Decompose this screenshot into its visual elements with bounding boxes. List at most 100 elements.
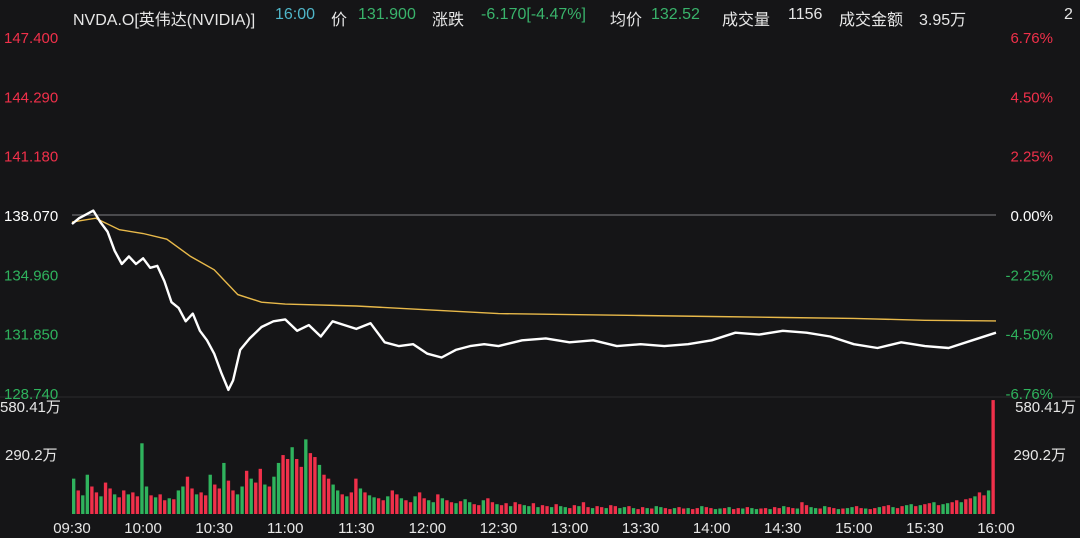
volume-bar	[609, 505, 613, 514]
y-tick-right: 4.50%	[1010, 89, 1053, 106]
volume-bar	[577, 506, 581, 514]
volume-bar	[600, 507, 604, 514]
volume-bar	[677, 507, 681, 514]
volume-bar	[513, 502, 517, 514]
x-tick: 10:30	[195, 520, 233, 537]
volume-bar	[895, 508, 900, 514]
volume-bar	[627, 506, 631, 514]
y-tick-right: 6.76%	[1010, 30, 1053, 47]
volume-bar	[950, 502, 954, 514]
volume-bar	[618, 508, 622, 514]
volume-bar	[463, 499, 467, 514]
volume-bar	[213, 484, 217, 514]
x-tick: 13:30	[622, 520, 660, 537]
volume-bar	[772, 507, 777, 514]
volume-bar	[713, 509, 718, 514]
volume-bar	[326, 478, 331, 514]
volume-bar	[417, 492, 422, 514]
volume-bar	[645, 508, 649, 514]
volume-bar	[736, 508, 740, 514]
volume-bar	[172, 499, 176, 514]
volume-bar	[190, 488, 194, 514]
volume-bar	[235, 494, 240, 514]
volume-bar	[122, 490, 126, 514]
volume-bar	[968, 498, 973, 514]
volume-bar	[176, 490, 181, 514]
volume-bar	[818, 508, 822, 514]
volume-bar	[918, 505, 922, 514]
volume-bar	[722, 508, 727, 514]
volume-bar	[231, 490, 235, 514]
volume-bar	[581, 502, 586, 514]
volume-bar	[873, 508, 877, 514]
volume-bar	[700, 506, 704, 514]
volume-bar	[650, 508, 654, 514]
volume-bar	[490, 502, 495, 514]
volume-bar	[395, 494, 399, 514]
volume-bar	[140, 443, 144, 514]
volume-bar	[786, 507, 790, 514]
volume-bar	[431, 502, 435, 514]
volume-bar	[936, 505, 941, 514]
volume-bar	[258, 468, 262, 514]
volume-bar	[90, 486, 94, 514]
volume-bar	[982, 495, 986, 514]
volume-mid-right: 290.2万	[1013, 447, 1066, 464]
y-tick-left: 138.070	[4, 208, 58, 225]
volume-bar	[404, 500, 408, 514]
volume-bar	[640, 507, 645, 514]
volume-bar	[791, 508, 795, 514]
volume-bar	[254, 482, 258, 514]
volume-bar	[864, 508, 868, 514]
y-tick-left: 134.960	[4, 267, 58, 284]
volume-bar	[932, 502, 936, 514]
volume-bar	[909, 504, 913, 514]
volume-bar	[317, 464, 322, 514]
volume-bar	[845, 508, 850, 514]
volume-bar	[340, 494, 344, 514]
x-tick: 11:00	[267, 520, 303, 537]
volume-bar	[668, 509, 672, 514]
volume-max-left: 580.41万	[0, 399, 61, 416]
volume-bar	[672, 508, 677, 514]
volume-bar	[204, 495, 208, 514]
volume-bar	[308, 453, 313, 514]
volume-bar	[813, 508, 818, 514]
volume-bar	[795, 508, 800, 514]
volume-bar	[454, 503, 458, 514]
volume-bar	[85, 474, 90, 514]
intraday-chart[interactable]: 147.400 6.76% 144.290 4.50% 141.180 2.25% 138.…	[0, 0, 1080, 538]
volume-bar	[458, 501, 463, 514]
average-price-line	[71, 217, 997, 322]
volume-bar	[349, 492, 354, 514]
volume-bar	[267, 486, 272, 514]
volume-bar	[654, 506, 658, 514]
x-tick: 11:30	[338, 520, 374, 537]
volume-bar	[877, 507, 882, 514]
volume-bar	[263, 484, 267, 514]
volume-bar	[686, 508, 690, 514]
volume-bar	[827, 507, 831, 514]
volume-mid-left: 290.2万	[5, 447, 58, 464]
volume-bar	[836, 509, 841, 514]
volume-bar	[399, 498, 404, 514]
volume-bar	[408, 502, 413, 514]
volume-bar	[986, 490, 991, 514]
volume-bar	[604, 508, 608, 514]
volume-bar	[595, 506, 599, 514]
volume-bar	[413, 496, 417, 514]
y-tick-right: 2.25%	[1010, 149, 1053, 166]
volume-bar	[108, 488, 112, 514]
volume-bar	[732, 509, 736, 514]
volume-bar	[904, 505, 909, 514]
volume-bar	[167, 498, 171, 514]
volume-bar	[345, 496, 349, 514]
volume-bar	[695, 508, 699, 514]
volume-bar	[882, 506, 886, 514]
volume-bar	[750, 508, 754, 514]
x-tick: 14:30	[764, 520, 802, 537]
volume-bar	[941, 504, 945, 514]
volume-bar	[691, 509, 695, 514]
volume-bar	[554, 504, 558, 514]
x-tick: 14:00	[693, 520, 731, 537]
